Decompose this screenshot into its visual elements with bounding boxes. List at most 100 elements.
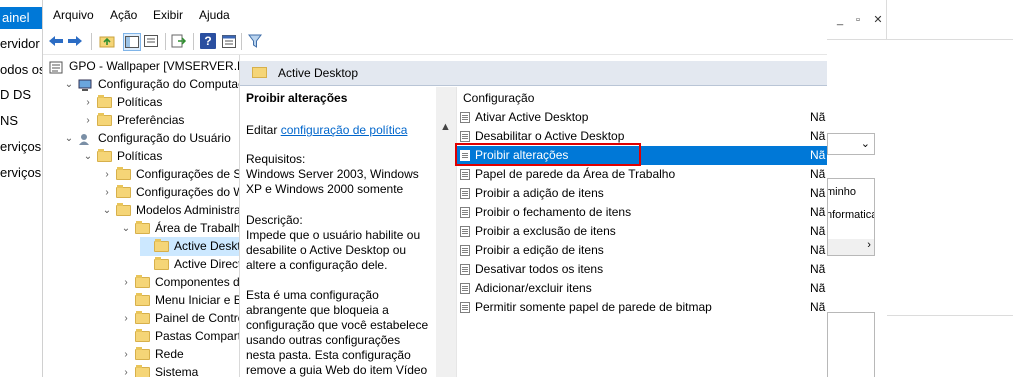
chevron-right-icon[interactable]: › bbox=[121, 273, 131, 292]
policy-setting-icon bbox=[460, 131, 470, 142]
tree-item[interactable]: › Componentes dc bbox=[121, 273, 240, 292]
chevron-right-icon[interactable]: › bbox=[121, 345, 131, 364]
tree-item[interactable]: ⌄ Políticas bbox=[83, 147, 162, 166]
properties-icon[interactable] bbox=[221, 33, 237, 49]
setting-row[interactable]: Papel de parede da Área de Trabalho Nã bbox=[457, 165, 828, 184]
dropdown[interactable]: ⌄ bbox=[827, 133, 875, 155]
settings-list: Configuração Ativar Active Desktop Nã Desa… bbox=[456, 87, 828, 377]
user-icon bbox=[78, 133, 93, 145]
close-icon[interactable]: ✕ bbox=[871, 12, 885, 28]
setting-name: Proibir a edição de itens bbox=[475, 243, 604, 257]
filter-icon[interactable] bbox=[247, 33, 263, 49]
help-icon[interactable]: ? bbox=[200, 33, 216, 49]
pane-title: Active Desktop bbox=[278, 66, 359, 80]
back-arrow-icon[interactable] bbox=[48, 33, 64, 49]
show-tree-icon[interactable] bbox=[123, 33, 141, 51]
chevron-down-icon[interactable]: ⌄ bbox=[83, 147, 93, 166]
menu-exibir[interactable]: Exibir bbox=[153, 8, 183, 22]
tree-item[interactable]: › Configurações do W bbox=[102, 183, 240, 202]
background-window-right: _ ▫ ✕ ⌄ minho nformatica › bbox=[827, 0, 1013, 377]
policy-setting-icon bbox=[460, 245, 470, 256]
tree-item-label: Sistema bbox=[155, 365, 199, 377]
setting-row[interactable]: Desativar todos os itens Nã bbox=[457, 260, 828, 279]
tree-item[interactable]: › Sistema bbox=[121, 363, 198, 377]
background-panel bbox=[827, 312, 875, 377]
tree-item[interactable]: › Rede bbox=[121, 345, 184, 364]
tree-item[interactable]: Pastas Compartil bbox=[121, 327, 239, 346]
export-list-icon[interactable] bbox=[171, 33, 187, 49]
chevron-right-icon[interactable]: › bbox=[121, 363, 131, 377]
tree-item-label: Painel de Control bbox=[155, 311, 240, 325]
folder-icon bbox=[135, 293, 150, 306]
setting-state: Nã bbox=[810, 205, 826, 219]
background-item[interactable]: odos os bbox=[0, 62, 42, 77]
gpo-icon bbox=[49, 61, 64, 74]
tree-item-label: Menu Iniciar e Ba bbox=[155, 293, 240, 307]
scroll-right-icon[interactable]: › bbox=[828, 239, 874, 255]
chevron-right-icon[interactable]: › bbox=[102, 165, 112, 184]
tree-item[interactable]: ⌄ Configuração do Usuário bbox=[64, 129, 231, 148]
setting-row[interactable]: Permitir somente papel de parede de bitm… bbox=[457, 298, 828, 317]
chevron-right-icon[interactable]: › bbox=[102, 183, 112, 202]
policy-setting-icon bbox=[460, 302, 470, 313]
tree-item-label: Configurações de So bbox=[136, 167, 240, 181]
setting-row[interactable]: Adicionar/excluir itens Nã bbox=[457, 279, 828, 298]
tree-item[interactable]: › Configurações de So bbox=[102, 165, 240, 184]
edit-policy-link[interactable]: configuração de política bbox=[281, 123, 408, 137]
tree-item[interactable]: GPO - Wallpaper [VMSERVER.PS bbox=[49, 57, 239, 76]
chevron-down-icon[interactable]: ⌄ bbox=[64, 129, 74, 148]
background-window-left: ainel ervidor odos os D DS NS erviços er… bbox=[0, 0, 42, 377]
tree-item[interactable]: › Políticas bbox=[83, 93, 162, 112]
navigation-tree: GPO - Wallpaper [VMSERVER.PS ⌄ Configuraçã… bbox=[43, 55, 240, 377]
chevron-down-icon[interactable]: ⌄ bbox=[64, 75, 74, 94]
scroll-up-icon[interactable]: ▲ bbox=[440, 121, 451, 133]
tree-item[interactable]: Active Directo bbox=[140, 255, 239, 274]
tree-item[interactable]: ⌄ Área de Trabalho bbox=[121, 219, 239, 238]
tree-item-label: Preferências bbox=[117, 113, 185, 127]
column-header-configuracao[interactable]: Configuração bbox=[463, 91, 534, 105]
setting-state: Nã bbox=[810, 129, 826, 143]
restore-icon[interactable]: ▫ bbox=[851, 12, 865, 28]
requirements-text: Windows Server 2003, Windows XP e Window… bbox=[246, 167, 419, 196]
setting-row[interactable]: Proibir a edição de itens Nã bbox=[457, 241, 828, 260]
setting-row[interactable]: Proibir a exclusão de itens Nã bbox=[457, 222, 828, 241]
tree-item[interactable]: ⌄ Modelos Administrat bbox=[102, 201, 239, 220]
up-folder-icon[interactable] bbox=[99, 33, 115, 49]
show-pane-icon[interactable] bbox=[143, 33, 159, 49]
background-item[interactable]: ervidor bbox=[0, 36, 40, 51]
forward-arrow-icon[interactable] bbox=[67, 33, 83, 49]
folder-icon bbox=[154, 257, 169, 270]
chevron-down-icon[interactable]: ⌄ bbox=[102, 201, 112, 220]
setting-row[interactable]: Proibir o fechamento de itens Nã bbox=[457, 203, 828, 222]
tree-item[interactable]: › Preferências bbox=[83, 111, 184, 130]
background-item[interactable]: erviços bbox=[0, 165, 41, 180]
description-extra-text: Esta é uma configuração abrangente que b… bbox=[246, 288, 429, 377]
background-highlighted-item[interactable]: ainel bbox=[0, 7, 42, 29]
setting-name: Proibir a adição de itens bbox=[475, 186, 604, 200]
background-item[interactable]: NS bbox=[0, 113, 18, 128]
folder-icon bbox=[135, 347, 150, 360]
chevron-down-icon: ⌄ bbox=[860, 138, 870, 150]
tree-item[interactable]: › Painel de Control bbox=[121, 309, 240, 328]
background-item[interactable]: erviços bbox=[0, 139, 41, 154]
tree-item[interactable]: Menu Iniciar e Ba bbox=[121, 291, 240, 310]
menu-acao[interactable]: Ação bbox=[110, 8, 137, 22]
tree-item[interactable]: Active Deskto bbox=[140, 237, 239, 256]
chevron-right-icon[interactable]: › bbox=[83, 93, 93, 112]
description-label: Descrição: bbox=[246, 213, 303, 227]
chevron-right-icon[interactable]: › bbox=[83, 111, 93, 130]
folder-icon bbox=[116, 185, 131, 198]
background-item[interactable]: D DS bbox=[0, 87, 31, 102]
setting-row[interactable]: Proibir a adição de itens Nã bbox=[457, 184, 828, 203]
setting-row[interactable]: Ativar Active Desktop Nã bbox=[457, 108, 828, 127]
description-scrollbar[interactable]: ▲ bbox=[436, 87, 456, 377]
menu-ajuda[interactable]: Ajuda bbox=[199, 8, 230, 22]
chevron-down-icon[interactable]: ⌄ bbox=[121, 219, 131, 238]
menu-arquivo[interactable]: Arquivo bbox=[53, 8, 94, 22]
folder-icon bbox=[135, 311, 150, 324]
chevron-right-icon[interactable]: › bbox=[121, 309, 131, 328]
tree-item[interactable]: ⌄ Configuração do Computac bbox=[64, 75, 239, 94]
tree-item-label: Configurações do W bbox=[136, 185, 240, 199]
minimize-icon[interactable]: _ bbox=[833, 12, 847, 28]
tree-item-label: Componentes dc bbox=[155, 275, 240, 289]
